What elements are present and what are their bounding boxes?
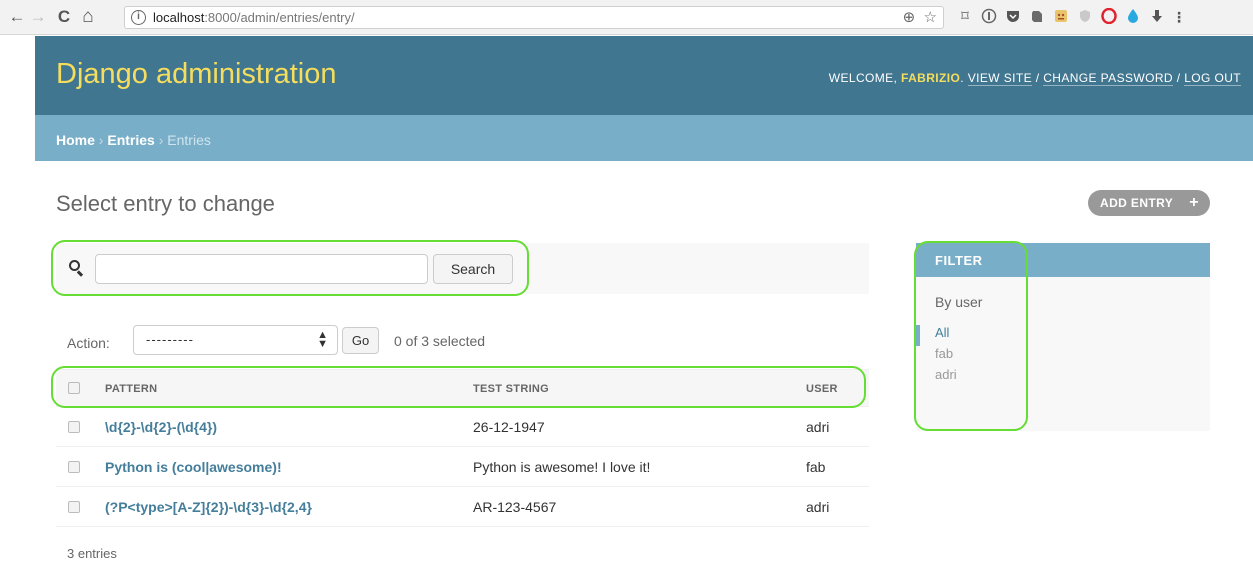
- address-bar-actions: ⊕ ☆: [903, 8, 937, 26]
- info-icon[interactable]: i: [131, 10, 146, 25]
- test-string-cell: AR-123-4567: [473, 499, 557, 515]
- droplet-icon[interactable]: [1124, 8, 1142, 26]
- go-button[interactable]: Go: [342, 327, 379, 354]
- select-arrows-icon: ▲ ▼: [317, 329, 329, 350]
- filter-option-fab[interactable]: fab: [921, 346, 957, 367]
- username: FABRIZIO: [901, 71, 961, 85]
- screen-capture-icon[interactable]: ⌑: [956, 8, 974, 26]
- row-checkbox[interactable]: [68, 501, 80, 513]
- filter-title: FILTER: [916, 243, 1210, 277]
- search-input[interactable]: [95, 254, 428, 284]
- filter-option-label: fab: [935, 346, 954, 361]
- filter-panel: FILTER By user All fab adri: [916, 243, 1210, 431]
- opera-icon[interactable]: [1100, 7, 1118, 26]
- download-icon[interactable]: [1148, 8, 1166, 26]
- home-icon[interactable]: ⌂: [78, 7, 98, 27]
- filter-by-user: By user: [935, 294, 983, 310]
- add-entry-label: ADD ENTRY: [1100, 196, 1174, 210]
- entries-count: 3 entries: [67, 546, 117, 561]
- pocket-icon[interactable]: [1004, 8, 1022, 26]
- breadcrumb-separator: ›: [154, 132, 168, 148]
- back-icon[interactable]: ←: [7, 7, 27, 27]
- face-extension-icon[interactable]: [1052, 8, 1070, 26]
- filter-option-label: All: [935, 325, 950, 340]
- bookmark-star-icon[interactable]: ☆: [924, 9, 937, 26]
- page-title: Select entry to change: [56, 191, 275, 216]
- row-checkbox[interactable]: [68, 461, 80, 473]
- test-string-cell: 26-12-1947: [473, 419, 545, 435]
- shield-icon[interactable]: [1076, 8, 1094, 26]
- view-site-link[interactable]: VIEW SITE: [967, 71, 1032, 86]
- browser-toolbar: ← → C ⌂ i localhost:8000/admin/entries/e…: [0, 0, 1253, 35]
- column-header-pattern[interactable]: PATTERN: [105, 383, 157, 395]
- breadcrumb: Home › Entries › Entries: [35, 115, 1253, 161]
- column-header-test-string[interactable]: TEST STRING: [473, 383, 549, 395]
- selected-count: 0 of 3 selected: [394, 333, 486, 349]
- action-select[interactable]: --------- ▲ ▼: [133, 325, 338, 355]
- url-host: localhost: [153, 10, 205, 25]
- table-header: PATTERN TEST STRING USER: [56, 369, 869, 407]
- filter-option-label: adri: [935, 367, 957, 382]
- forward-icon[interactable]: →: [28, 7, 48, 27]
- table-row: \d{2}-\d{2}-(\d{4}) 26-12-1947 adri: [56, 407, 869, 447]
- search-toolbar: Search: [56, 243, 869, 294]
- separator: /: [1172, 71, 1185, 85]
- action-label: Action:: [67, 335, 110, 351]
- onepassword-icon[interactable]: [980, 8, 998, 26]
- url-text: localhost:8000/admin/entries/entry/: [153, 10, 355, 25]
- log-out-link[interactable]: LOG OUT: [1184, 71, 1241, 86]
- column-header-user[interactable]: USER: [806, 383, 838, 395]
- filter-option-all[interactable]: All: [916, 325, 957, 346]
- breadcrumb-current: Entries: [167, 132, 211, 148]
- zoom-icon[interactable]: ⊕: [903, 9, 916, 26]
- breadcrumb-separator: ›: [94, 132, 108, 148]
- plus-icon: +: [1189, 194, 1199, 211]
- row-checkbox[interactable]: [68, 421, 80, 433]
- evernote-icon[interactable]: [1028, 8, 1046, 26]
- user-cell: fab: [806, 459, 826, 475]
- pattern-link[interactable]: (?P<type>[A-Z]{2})-\d{3}-\d{2,4}: [105, 499, 312, 515]
- user-cell: adri: [806, 419, 830, 435]
- actions-bar: Action: --------- ▲ ▼ Go 0 of 3 selected: [56, 322, 869, 362]
- table-row: Python is (cool|awesome)! Python is awes…: [56, 447, 869, 487]
- table-row: (?P<type>[A-Z]{2})-\d{3}-\d{2,4} AR-123-…: [56, 487, 869, 527]
- user-cell: adri: [806, 499, 830, 515]
- site-title[interactable]: Django administration: [56, 58, 336, 91]
- breadcrumb-app[interactable]: Entries: [107, 132, 154, 148]
- select-all-checkbox[interactable]: [68, 382, 80, 394]
- browser-menu-icon[interactable]: ⋮: [1170, 8, 1188, 26]
- test-string-cell: Python is awesome! I love it!: [473, 459, 651, 475]
- separator: /: [1031, 71, 1044, 85]
- reload-icon[interactable]: C: [54, 7, 74, 27]
- add-entry-button[interactable]: ADD ENTRY +: [1088, 190, 1210, 216]
- pattern-link[interactable]: Python is (cool|awesome)!: [105, 459, 282, 475]
- pattern-link[interactable]: \d{2}-\d{2}-(\d{4}): [105, 419, 217, 435]
- url-path: :8000/admin/entries/entry/: [204, 10, 355, 25]
- filter-options: All fab adri: [916, 325, 957, 388]
- search-icon: [68, 259, 86, 277]
- site-header: Django administration WELCOME, FABRIZIO.…: [35, 36, 1253, 115]
- user-tools: WELCOME, FABRIZIO. VIEW SITE / CHANGE PA…: [828, 71, 1241, 86]
- address-bar[interactable]: i localhost:8000/admin/entries/entry/ ⊕ …: [124, 6, 944, 29]
- change-password-link[interactable]: CHANGE PASSWORD: [1043, 71, 1173, 86]
- action-selected-option: ---------: [146, 332, 194, 347]
- breadcrumb-home[interactable]: Home: [56, 132, 95, 148]
- welcome-text: WELCOME,: [828, 71, 902, 85]
- filter-option-adri[interactable]: adri: [921, 367, 957, 388]
- search-button[interactable]: Search: [433, 254, 513, 284]
